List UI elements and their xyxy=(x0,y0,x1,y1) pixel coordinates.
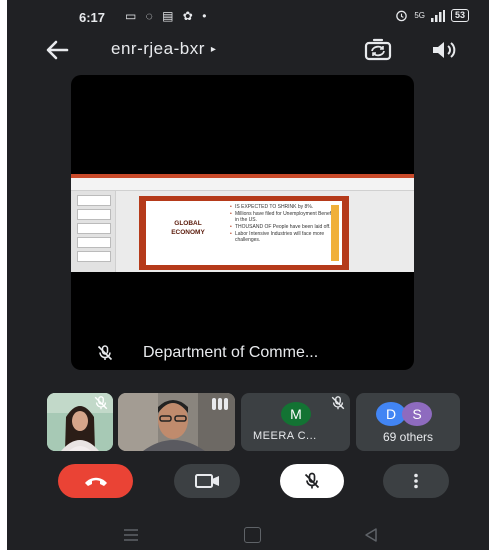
end-call-button[interactable] xyxy=(58,464,133,498)
camera-button[interactable] xyxy=(174,464,240,498)
slide-bullet: Labor Intensive Industries will face mor… xyxy=(230,231,338,243)
system-nav-bar xyxy=(7,520,489,550)
ppt-thumbnail xyxy=(77,251,111,262)
audio-bar xyxy=(224,398,228,410)
slide-bullet: IS EXPECTED TO SHRINK by 8%. xyxy=(230,204,338,210)
mic-off-icon xyxy=(97,345,113,361)
more-vert-icon xyxy=(414,473,418,489)
hang-up-icon xyxy=(85,477,107,486)
avatar-initial: M xyxy=(290,406,302,422)
mic-off-icon xyxy=(304,472,320,489)
speaker-icon[interactable] xyxy=(429,36,461,64)
audio-bar xyxy=(218,398,222,410)
main-video-tile[interactable]: GLOBAL ECONOMY IS EXPECTED TO SHRINK by … xyxy=(71,75,414,370)
avatar-initial: S xyxy=(412,406,422,422)
shared-screen: GLOBAL ECONOMY IS EXPECTED TO SHRINK by … xyxy=(71,174,414,272)
mic-off-icon xyxy=(94,396,108,410)
ppt-thumbnail xyxy=(77,195,111,206)
slide-title-line1: GLOBAL xyxy=(174,220,202,227)
signal-icon xyxy=(430,9,445,22)
slide-title-line2: ECONOMY xyxy=(171,229,205,236)
participant-tile-meera[interactable]: M MEERA C... xyxy=(241,393,350,451)
status-bar: 6:17 ▭ ◌ ▤ ✿ • 5G 53 xyxy=(7,0,489,34)
status-right: 5G 53 xyxy=(395,9,469,22)
ppt-thumbnail xyxy=(77,209,111,220)
participant-video-tile[interactable] xyxy=(118,393,235,451)
others-count: 69 others xyxy=(382,430,434,444)
video-camera-icon xyxy=(195,474,219,488)
ppt-thumbnail-pane xyxy=(71,191,116,272)
network-type: 5G xyxy=(414,11,425,20)
audio-level-icon xyxy=(212,398,228,410)
meeting-code: enr-rjea-bxr xyxy=(111,39,205,58)
caret-right-icon: ▸ xyxy=(210,44,217,55)
slide-bullets: IS EXPECTED TO SHRINK by 8%. Millions ha… xyxy=(230,204,338,244)
ppt-thumbnail xyxy=(77,237,111,248)
participant-name: MEERA C... xyxy=(253,430,317,442)
status-time: 6:17 xyxy=(79,10,106,25)
slide-accent-bar xyxy=(331,205,339,261)
battery-icon: 53 xyxy=(450,9,469,22)
avatar: M xyxy=(281,402,311,426)
phone-screen: 6:17 ▭ ◌ ▤ ✿ • 5G 53 enr-rjea-bxr ▸ GLOB… xyxy=(7,0,489,550)
self-video-tile[interactable] xyxy=(47,393,113,451)
home-icon[interactable] xyxy=(244,527,261,543)
ppt-toolbar xyxy=(71,178,414,191)
mic-off-icon xyxy=(331,396,345,410)
slide-bullet: Millions have filed for Unemployment Ben… xyxy=(230,211,338,223)
microphone-button[interactable] xyxy=(280,464,344,498)
nav-back-icon[interactable] xyxy=(363,527,379,543)
recents-icon[interactable] xyxy=(123,528,139,542)
slide-bullet: THOUSAND OF People have been laid off. xyxy=(230,224,338,230)
notification-icons: ▭ ◌ ▤ ✿ • xyxy=(125,9,210,23)
more-options-button[interactable] xyxy=(383,464,449,498)
meeting-code-button[interactable]: enr-rjea-bxr ▸ xyxy=(111,39,216,59)
call-topbar: enr-rjea-bxr ▸ xyxy=(7,34,489,66)
switch-camera-icon[interactable] xyxy=(363,36,393,64)
slide-content: GLOBAL ECONOMY IS EXPECTED TO SHRINK by … xyxy=(146,201,342,265)
ppt-thumbnail xyxy=(77,223,111,234)
alarm-icon xyxy=(396,10,408,22)
participant-name: Department of Comme... xyxy=(143,344,319,361)
back-arrow-icon[interactable] xyxy=(41,34,73,66)
audio-bar xyxy=(212,398,216,410)
avatar-initial: D xyxy=(385,406,397,422)
other-participants-tile[interactable]: D S 69 others xyxy=(356,393,460,451)
avatar-s: S xyxy=(402,402,432,426)
slide-title: GLOBAL ECONOMY xyxy=(154,219,222,237)
slide: GLOBAL ECONOMY IS EXPECTED TO SHRINK by … xyxy=(139,196,349,270)
